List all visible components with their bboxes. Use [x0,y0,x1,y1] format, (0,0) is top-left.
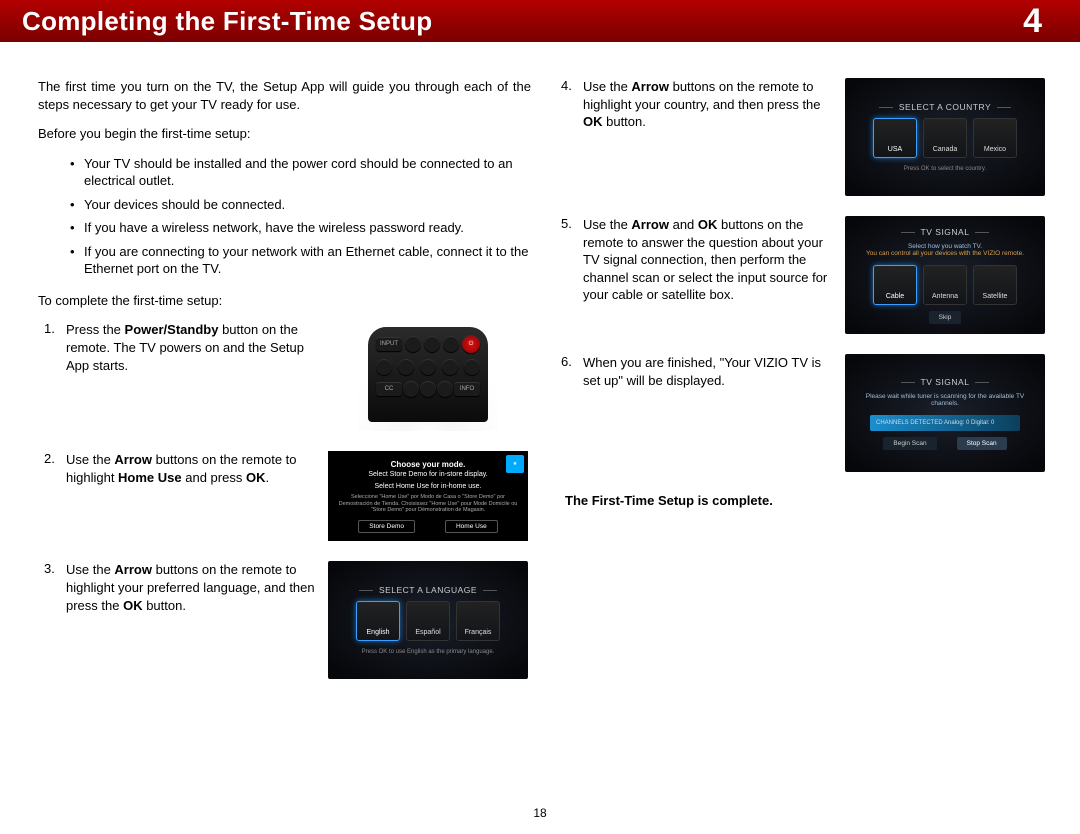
page-title: Completing the First-Time Setup [22,6,432,37]
step-6: When you are finished, "Your VIZIO TV is… [555,354,1048,472]
signal-satellite: Satellite [973,265,1017,305]
steps-right: Use the Arrow buttons on the remote to h… [555,78,1048,472]
figure-remote: INPUT ⏻ CC INFO [328,321,528,431]
setup-complete-message: The First-Time Setup is complete. [565,492,1048,510]
lang-french: Français [456,601,500,641]
step-text: When you are finished, "Your VIZIO TV is… [583,354,833,389]
begin-scan-button: Begin Scan [883,437,936,450]
step-text: Press the Power/Standby button on the re… [66,321,316,374]
intro-text: The first time you turn on the TV, the S… [38,78,531,113]
energy-star-icon: ★ [506,455,524,473]
country-usa: USA [873,118,917,158]
prereq-item: If you have a wireless network, have the… [70,219,531,237]
step-2: Use the Arrow buttons on the remote to h… [38,451,531,541]
step-1: Press the Power/Standby button on the re… [38,321,531,431]
scan-progress-bar: CHANNELS DETECTED Analog: 0 Digital: 0 [870,415,1020,431]
signal-cable: Cable [873,265,917,305]
country-mexico: Mexico [973,118,1017,158]
step-text: Use the Arrow buttons on the remote to h… [66,451,316,486]
power-icon: ⏻ [462,335,480,353]
column-right: Use the Arrow buttons on the remote to h… [555,78,1048,699]
page-number: 18 [0,806,1080,820]
stop-scan-button: Stop Scan [957,437,1007,450]
remote-input-button: INPUT [376,337,402,351]
skip-button: Skip [929,311,962,324]
step-text: Use the Arrow and OK buttons on the remo… [583,216,833,304]
column-left: The first time you turn on the TV, the S… [38,78,531,699]
figure-country: SELECT A COUNTRY USA Canada Mexico Press… [845,78,1045,196]
figure-tv-signal-select: TV SIGNAL Select how you watch TV.You ca… [845,216,1045,334]
country-canada: Canada [923,118,967,158]
chapter-number: 4 [1023,2,1042,41]
figure-language: SELECT A LANGUAGE English Español França… [328,561,528,679]
figure-mode: ★ Choose your mode. Select Store Demo fo… [328,451,528,541]
complete-label: To complete the first-time setup: [38,292,531,310]
prereq-item: Your TV should be installed and the powe… [70,155,531,190]
lang-spanish: Español [406,601,450,641]
page-content: The first time you turn on the TV, the S… [0,42,1080,709]
prereq-item: Your devices should be connected. [70,196,531,214]
figure-tv-signal-scan: TV SIGNAL Please wait while tuner is sca… [845,354,1045,472]
before-label: Before you begin the first-time setup: [38,125,531,143]
step-5: Use the Arrow and OK buttons on the remo… [555,216,1048,334]
step-text: Use the Arrow buttons on the remote to h… [583,78,833,131]
prerequisites-list: Your TV should be installed and the powe… [70,155,531,278]
remote-info-button: INFO [454,382,480,396]
steps-left: Press the Power/Standby button on the re… [38,321,531,679]
step-4: Use the Arrow buttons on the remote to h… [555,78,1048,196]
prereq-item: If you are connecting to your network wi… [70,243,531,278]
signal-antenna: Antenna [923,265,967,305]
home-use-button: Home Use [445,520,498,533]
page-header: Completing the First-Time Setup 4 [0,0,1080,42]
store-demo-button: Store Demo [358,520,415,533]
step-text: Use the Arrow buttons on the remote to h… [66,561,316,614]
remote-cc-button: CC [376,382,402,396]
step-3: Use the Arrow buttons on the remote to h… [38,561,531,679]
lang-english: English [356,601,400,641]
